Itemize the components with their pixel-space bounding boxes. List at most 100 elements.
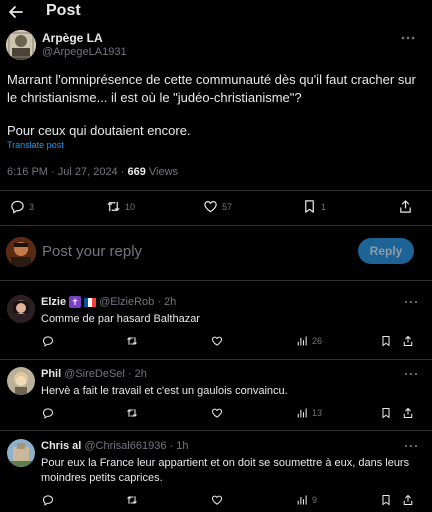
reply-action-bar: 26 — [0, 335, 432, 349]
divider — [0, 190, 432, 191]
user-avatar[interactable] — [6, 237, 36, 267]
bookmark-button[interactable] — [380, 494, 392, 506]
like-count: 57 — [222, 201, 233, 212]
repost-icon — [127, 409, 137, 417]
speech-bubble-icon — [42, 495, 54, 506]
repost-button[interactable] — [126, 407, 138, 419]
author-avatar[interactable] — [6, 30, 36, 60]
views-button[interactable]: 13 — [296, 407, 322, 419]
speech-bubble-icon — [42, 408, 54, 419]
post-meta: 6:16 PM · Jul 27, 2024 · 669 Views — [7, 166, 178, 178]
author-handle[interactable]: @ArpegeLA1931 — [42, 46, 127, 58]
heart-icon — [204, 201, 217, 213]
views-count: 9 — [312, 495, 318, 505]
reply-action-bar: 13 — [0, 407, 432, 421]
repost-button[interactable]: 10 — [106, 199, 135, 214]
reply-action-bar: 9 — [0, 494, 432, 508]
divider — [0, 280, 432, 281]
reply-header: Elzie ✝ @ElzieRob · 2h — [41, 296, 176, 308]
repost-button[interactable] — [126, 494, 138, 506]
author-name[interactable]: Arpège LA — [42, 31, 103, 45]
reply-input[interactable]: Post your reply — [42, 243, 142, 260]
bar-chart-icon — [297, 495, 307, 505]
reply-composer: Post your reply Reply — [0, 232, 432, 272]
share-button[interactable] — [402, 335, 414, 347]
heart-icon — [211, 336, 223, 346]
more-options-icon[interactable] — [400, 34, 416, 42]
bookmark-icon — [305, 200, 314, 213]
reply-text: Comme de par hasard Balthazar — [41, 313, 200, 325]
share-icon — [403, 494, 413, 506]
bookmark-button[interactable] — [380, 407, 392, 419]
reply-item[interactable]: Chris al @Chrisal661936 · 1h Pour eux la… — [0, 439, 432, 512]
share-button[interactable] — [402, 407, 414, 419]
share-button[interactable] — [402, 494, 414, 506]
heart-icon — [211, 408, 223, 418]
post-timestamp[interactable]: 6:16 PM · Jul 27, 2024 · — [7, 166, 127, 178]
bookmark-button[interactable]: 1 — [302, 199, 326, 214]
more-options-icon[interactable] — [404, 371, 418, 377]
more-options-icon[interactable] — [404, 443, 418, 449]
top-bar: Post — [0, 0, 432, 24]
repost-icon — [107, 201, 120, 212]
page-title: Post — [46, 2, 81, 19]
back-arrow-icon[interactable] — [6, 2, 26, 22]
translate-post-link[interactable]: Translate post — [7, 140, 64, 150]
commenter-handle[interactable]: @ElzieRob · 2h — [99, 296, 176, 308]
heart-icon — [211, 495, 223, 505]
reply-header: Chris al @Chrisal661936 · 1h — [41, 440, 188, 452]
bookmark-icon — [382, 407, 390, 419]
commenter-name[interactable]: Chris al — [41, 440, 81, 452]
post-text: Marrant l'omniprésence de cette communau… — [7, 72, 416, 105]
post-action-bar: 3 10 57 1 — [0, 199, 432, 217]
views-count: 26 — [312, 336, 323, 346]
speech-bubble-icon — [42, 336, 54, 347]
reply-button[interactable]: 3 — [10, 199, 34, 214]
views-button[interactable]: 26 — [296, 335, 322, 347]
reply-item[interactable]: Phil @SireDeSel · 2h Hervè a fait le tra… — [0, 367, 432, 425]
bookmark-icon — [382, 335, 390, 347]
commenter-handle[interactable]: @SireDeSel · 2h — [64, 368, 147, 380]
bar-chart-icon — [297, 336, 307, 346]
like-button[interactable] — [211, 407, 223, 419]
divider — [0, 430, 432, 431]
commenter-avatar[interactable] — [7, 367, 35, 395]
reply-button[interactable] — [42, 335, 54, 347]
like-button[interactable] — [211, 494, 223, 506]
cross-icon: ✝ — [69, 296, 82, 308]
reply-button[interactable] — [42, 407, 54, 419]
share-icon — [403, 335, 413, 347]
views-label: Views — [145, 166, 179, 178]
share-icon — [400, 200, 411, 213]
bar-chart-icon — [297, 408, 307, 418]
reply-text: Hervè a fait le travail et c'est un gaul… — [41, 385, 288, 397]
reply-button[interactable] — [42, 494, 54, 506]
bookmark-button[interactable] — [380, 335, 392, 347]
views-button[interactable]: 9 — [296, 494, 317, 506]
repost-count: 10 — [125, 201, 136, 212]
repost-button[interactable] — [126, 335, 138, 347]
repost-icon — [127, 496, 137, 504]
bookmark-icon — [382, 494, 390, 506]
divider — [0, 225, 432, 226]
speech-bubble-icon — [11, 200, 24, 214]
commenter-avatar[interactable] — [7, 439, 35, 467]
commenter-name[interactable]: Elzie — [41, 296, 66, 308]
like-button[interactable]: 57 — [203, 199, 232, 214]
share-icon — [403, 407, 413, 419]
commenter-avatar[interactable] — [7, 295, 35, 323]
more-options-icon[interactable] — [404, 299, 418, 305]
commenter-handle[interactable]: @Chrisal661936 · 1h — [84, 440, 188, 452]
reply-count: 3 — [29, 201, 35, 212]
share-button[interactable] — [398, 199, 413, 214]
repost-icon — [127, 337, 137, 345]
commenter-name[interactable]: Phil — [41, 368, 61, 380]
reply-header: Phil @SireDeSel · 2h — [41, 368, 147, 380]
reply-item[interactable]: Elzie ✝ @ElzieRob · 2h Comme de par hasa… — [0, 295, 432, 353]
post-author: Arpège LA @ArpegeLA1931 — [6, 30, 426, 64]
reply-submit-button[interactable]: Reply — [358, 238, 414, 264]
french-flag-icon — [84, 297, 97, 307]
like-button[interactable] — [211, 335, 223, 347]
views-count: 669 — [127, 166, 146, 178]
divider — [0, 359, 432, 360]
